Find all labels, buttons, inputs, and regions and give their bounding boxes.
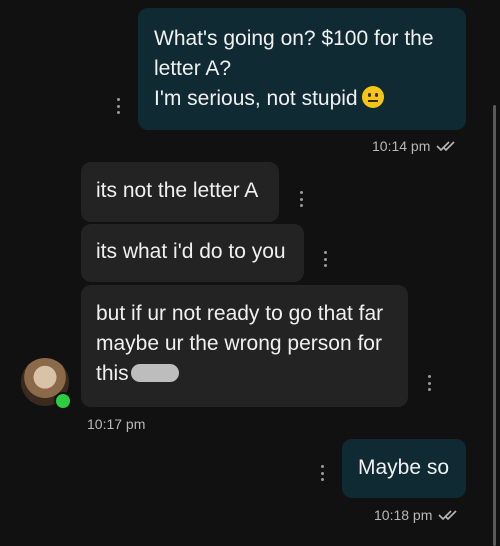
double-check-icon [436, 141, 455, 152]
outgoing-message-bubble[interactable]: Maybe so [342, 439, 466, 498]
message-options-icon[interactable] [323, 251, 327, 267]
incoming-message-bubble[interactable]: but if ur not ready to go that far maybe… [81, 285, 408, 407]
neutral-face-emoji-icon [361, 86, 384, 108]
scrollbar[interactable] [493, 105, 496, 546]
message-text: this [96, 362, 129, 385]
message-text: I'm serious, not stupid [154, 87, 358, 110]
message-text-line: I'm serious, not stupid [154, 84, 450, 114]
timestamp-text: 10:18 pm [374, 507, 433, 523]
message-text-line: but if ur not ready to go that far [96, 302, 384, 325]
message-text: Maybe so [358, 456, 450, 479]
message-text-line: What's going on? $100 for the [154, 27, 434, 50]
incoming-message-bubble[interactable]: its not the letter A [81, 162, 279, 222]
outgoing-message-bubble[interactable]: What's going on? $100 for the letter A? … [138, 8, 466, 130]
censored-word-blur [130, 364, 179, 382]
message-options-icon[interactable] [427, 375, 431, 391]
message-options-icon[interactable] [320, 465, 324, 481]
message-options-icon[interactable] [116, 98, 120, 114]
message-timestamp: 10:17 pm [87, 416, 145, 432]
double-check-icon [438, 510, 457, 521]
timestamp-text: 10:14 pm [372, 138, 431, 154]
message-timestamp: 10:14 pm [372, 138, 458, 154]
timestamp-text: 10:17 pm [87, 416, 146, 432]
message-text: its not the letter A [96, 179, 259, 202]
online-status-indicator [54, 392, 72, 410]
message-timestamp: 10:18 pm [374, 507, 460, 523]
message-text-line: letter A? [154, 57, 232, 80]
message-text: its what i'd do to you [96, 240, 286, 263]
message-text-line: maybe ur the wrong person for [96, 332, 382, 355]
message-options-icon[interactable] [299, 191, 303, 207]
message-text-line: this [96, 359, 393, 389]
incoming-message-bubble[interactable]: its what i'd do to you [81, 224, 304, 282]
